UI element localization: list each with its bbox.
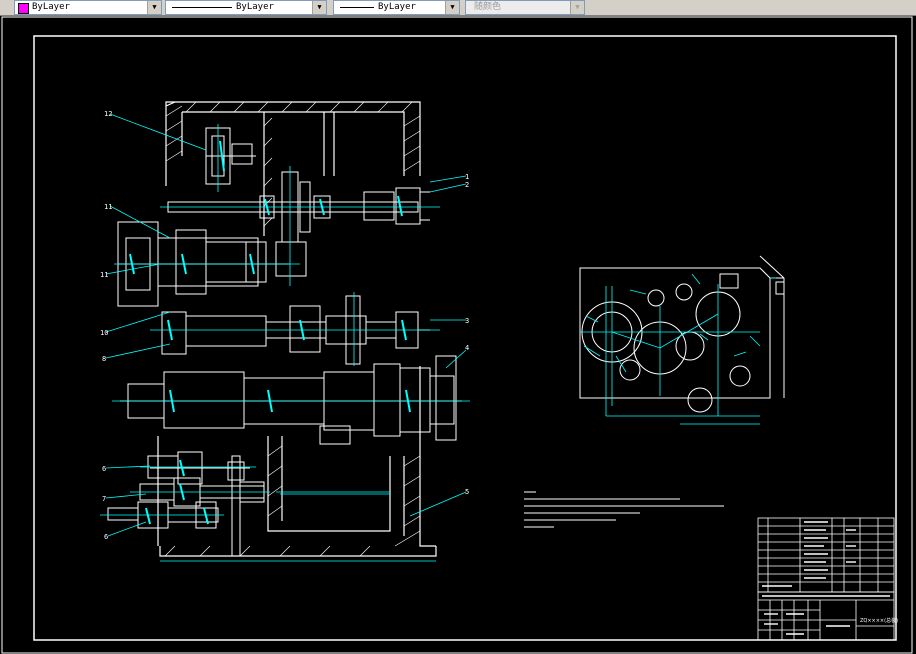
wall-hatching (164, 101, 421, 557)
chevron-down-icon[interactable]: ▼ (445, 1, 459, 14)
linetype-dropdown-value: ByLayer (236, 2, 274, 12)
linetype-preview (172, 7, 232, 8)
balloon-labels: 12 11 11 10 8 6 7 6 1 2 3 4 5 (100, 110, 469, 541)
balloon-label-left: 8 (102, 355, 106, 363)
color-dropdown[interactable]: ByLayer ▼ (14, 0, 162, 15)
chevron-down-icon[interactable]: ▼ (147, 1, 161, 14)
balloon-label-right: 4 (465, 344, 469, 352)
lineweight-dropdown[interactable]: ByLayer ▼ (333, 0, 460, 15)
balloon-label-right: 1 (465, 173, 469, 181)
chevron-down-icon: ▼ (570, 1, 584, 14)
drawing-canvas[interactable]: 12 11 11 10 8 6 7 6 1 2 3 4 5 ZQ××××(总装) (0, 16, 916, 654)
balloon-label-right: 3 (465, 317, 469, 325)
center-lines (100, 124, 470, 562)
leader-lines (105, 113, 467, 537)
drawing-frame (33, 35, 897, 641)
balloon-label-left: 6 (104, 533, 108, 541)
balloon-label-right: 2 (465, 181, 469, 189)
plotstyle-dropdown: 随颜色 ▼ (465, 0, 585, 15)
color-dropdown-value: ByLayer (32, 2, 70, 12)
balloon-label-left: 11 (104, 203, 112, 211)
bearing-marks (129, 140, 411, 525)
side-view (579, 255, 785, 413)
balloon-label-left: 6 (102, 465, 106, 473)
properties-toolbar: ByLayer ▼ ByLayer ▼ ByLayer ▼ 随颜色 ▼ (0, 0, 916, 16)
cad-drawing: 12 11 11 10 8 6 7 6 1 2 3 4 5 ZQ××××(总装) (1, 16, 913, 654)
balloon-label-left: 7 (102, 495, 106, 503)
lineweight-preview (340, 7, 374, 8)
title-block-drawing-name: ZQ××××(总装) (860, 617, 898, 624)
plotstyle-dropdown-value: 随颜色 (474, 2, 502, 12)
balloon-label-left: 10 (100, 329, 108, 337)
technical-notes (524, 491, 724, 528)
linetype-dropdown[interactable]: ByLayer ▼ (165, 0, 327, 15)
balloon-label-right: 5 (465, 488, 469, 496)
balloon-label-left: 11 (100, 271, 108, 279)
balloon-label-left: 12 (104, 110, 112, 118)
lineweight-dropdown-value: ByLayer (378, 2, 416, 12)
chevron-down-icon[interactable]: ▼ (312, 1, 326, 14)
color-swatch (18, 3, 29, 14)
